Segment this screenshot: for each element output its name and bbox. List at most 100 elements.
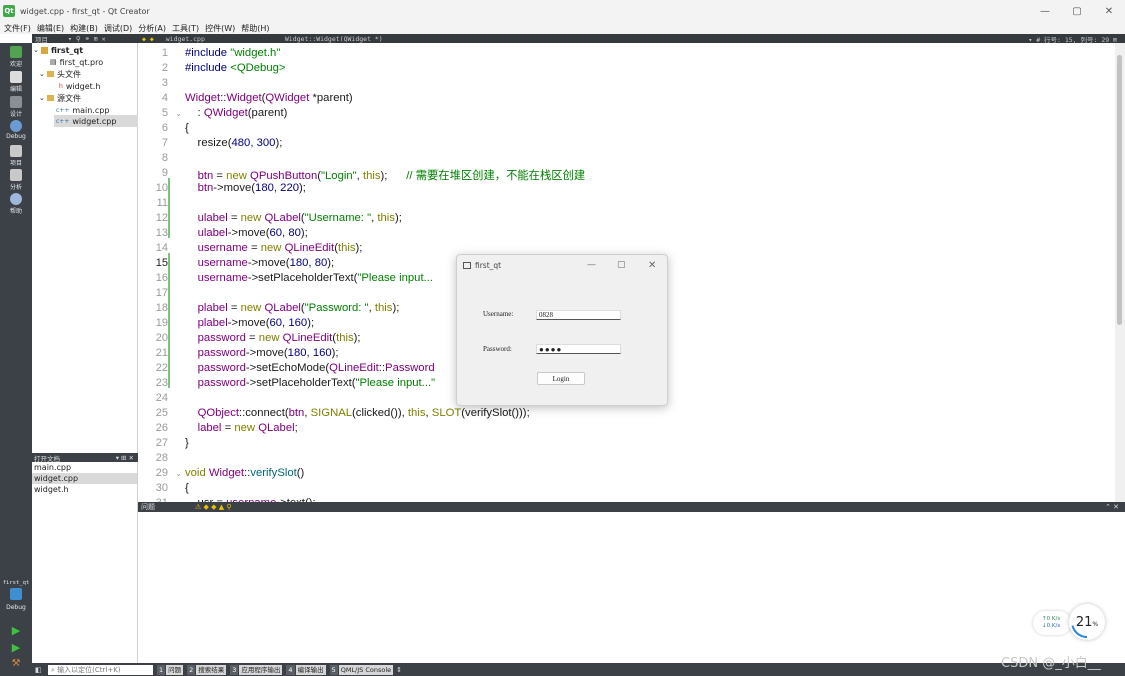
debug-run-button[interactable]: ▶ (0, 641, 32, 654)
line-number: 10 (155, 182, 168, 194)
run-button[interactable]: ▶ (0, 624, 32, 637)
app-window: first_qt — ▢ ✕ Username: 0828 Password: … (456, 254, 668, 406)
mode-project[interactable]: 项目 (0, 145, 32, 167)
mode-debug[interactable]: Debug (0, 120, 32, 140)
issues-pane (138, 512, 1125, 663)
nav-arrows[interactable]: ◆ ◆ (142, 35, 154, 43)
menu-tools[interactable]: 工具(T) (172, 23, 199, 34)
menu-debug[interactable]: 调试(D) (104, 23, 132, 34)
minimize-button[interactable]: — (1029, 0, 1061, 22)
app-minimize-button[interactable]: — (587, 260, 596, 270)
mode-welcome[interactable]: 欢迎 (0, 46, 32, 68)
menu-edit[interactable]: 编辑(E) (37, 23, 64, 34)
sidebar-toggle-icon[interactable]: ◧ (35, 666, 42, 674)
issues-header: 问题 ⚠ ◆ ◆ ▲ ⚲ ⌃ ✕ (138, 502, 1125, 512)
menu-bar: 文件(F) 编辑(E) 构建(B) 调试(D) 分析(A) 工具(T) 控件(W… (0, 22, 1125, 34)
change-marker (168, 178, 170, 193)
fold-chevron-icon[interactable]: ⌄ (172, 469, 182, 478)
mode-help[interactable]: 帮助 (0, 193, 32, 215)
line-number: 11 (156, 197, 168, 209)
line-number: 17 (155, 287, 168, 299)
analyze-icon (10, 169, 22, 181)
line-number: 13 (155, 227, 168, 239)
tree-sources-label: 源文件 (57, 93, 81, 103)
cpp-file-icon: c++ (56, 106, 70, 114)
line-number: 28 (155, 452, 168, 464)
menu-analyze[interactable]: 分析(A) (138, 23, 166, 34)
menu-build[interactable]: 构建(B) (70, 23, 98, 34)
maximize-button[interactable]: ▢ (1061, 0, 1093, 22)
mode-label: 项目 (9, 160, 22, 167)
code-line: username->move(180, 80); (197, 257, 335, 269)
code-line: { (185, 482, 189, 494)
header-file-icon: h (59, 82, 63, 90)
line-number: 19 (155, 317, 168, 329)
password-input[interactable]: ●●●● (536, 344, 621, 354)
close-button[interactable]: ✕ (1093, 0, 1125, 22)
hammer-icon: ⚒ (11, 658, 21, 669)
open-documents-label: 打开文档 (34, 454, 60, 463)
more-tabs-icon[interactable]: ⇕ (396, 666, 402, 674)
app-maximize-button[interactable]: ▢ (617, 260, 626, 270)
kit-selector[interactable]: first_qt Debug (0, 580, 32, 611)
code-line: } (185, 437, 189, 449)
mode-analyze[interactable]: 分析 (0, 169, 32, 191)
scrollbar-thumb[interactable] (1117, 55, 1122, 325)
build-button[interactable]: ⚒ (0, 658, 32, 669)
output-tab-compile[interactable]: 4 编译输出 (286, 664, 326, 675)
line-number: 30 (155, 482, 168, 494)
fold-chevron-icon[interactable]: ⌄ (172, 109, 182, 118)
code-line: label = new QLabel; (197, 422, 298, 434)
tab-label: 编译输出 (295, 664, 326, 675)
open-documents-tools[interactable]: ▾ ⊞ ✕ (116, 454, 134, 462)
tree-sources-folder[interactable]: ⌄ 源文件 (39, 92, 81, 104)
tree-source-widget[interactable]: c++ widget.cpp (54, 115, 138, 127)
code-line: : QWidget(parent) (185, 107, 288, 119)
username-input[interactable]: 0828 (536, 310, 621, 320)
mode-edit[interactable]: 编辑 (0, 71, 32, 93)
open-doc-widget-h[interactable]: widget.h (32, 484, 137, 495)
tree-pro-file[interactable]: ▤ first_qt.pro (50, 56, 103, 68)
code-line: btn->move(180, 220); (197, 182, 306, 194)
username-label: Username: (483, 310, 514, 318)
monitor-icon (10, 588, 22, 600)
cpu-usage-widget[interactable]: 21% (1069, 604, 1105, 640)
output-tab-search[interactable]: 2 搜索结果 (187, 664, 227, 675)
menu-widgets[interactable]: 控件(W) (205, 23, 235, 34)
project-panel-tools[interactable]: ▾ ⚲ ⚭ ⊞ ✕ (68, 35, 106, 43)
mode-label: 编辑 (9, 86, 22, 93)
code-line: password->setEchoMode(QLineEdit::Passwor… (197, 362, 435, 374)
code-line: Widget::Widget(QWidget *parent) (185, 92, 353, 104)
menu-help[interactable]: 帮助(H) (241, 23, 269, 34)
open-doc-main[interactable]: main.cpp (32, 462, 137, 473)
app-close-button[interactable]: ✕ (648, 260, 656, 271)
output-tab-qml-console[interactable]: 5 QML/JS Console (329, 664, 394, 675)
open-doc-widget-cpp[interactable]: widget.cpp (32, 473, 137, 484)
locator-input[interactable]: ⌕ 输入以定位(Ctrl+K) (48, 664, 153, 675)
output-tab-issues[interactable]: 1 问题 (157, 664, 184, 675)
tree-project[interactable]: ⌄ first_qt (33, 44, 83, 56)
tree-project-label: first_qt (51, 45, 84, 55)
issues-pane-controls[interactable]: ⌃ ✕ (1105, 503, 1119, 511)
code-line: password->move(180, 160); (197, 347, 339, 359)
login-button[interactable]: Login (537, 372, 585, 385)
design-icon (10, 96, 22, 108)
line-number: 24 (155, 392, 168, 404)
tree-headers-folder[interactable]: ⌄ 头文件 (39, 68, 81, 80)
edit-icon (10, 71, 22, 83)
tab-number: 3 (230, 664, 239, 675)
change-marker (168, 298, 170, 388)
editor-scrollbar[interactable] (1115, 43, 1125, 502)
menu-file[interactable]: 文件(F) (4, 23, 31, 34)
output-tab-app-output[interactable]: 3 应用程序输出 (230, 664, 283, 675)
project-view-label[interactable]: 项目 (35, 34, 48, 44)
issues-filter-icons[interactable]: ⚠ ◆ ◆ ▲ ⚲ (195, 503, 231, 511)
mode-label: 欢迎 (9, 61, 22, 68)
mode-design[interactable]: 设计 (0, 96, 32, 118)
folder-icon (47, 95, 54, 101)
file-selector[interactable]: widget.cpp (166, 35, 205, 43)
tree-header-file[interactable]: h widget.h (59, 80, 100, 92)
line-number: 1 (161, 47, 168, 59)
code-line: void Widget::verifySlot() (185, 467, 305, 479)
symbol-selector[interactable]: Widget::Widget(QWidget *) (285, 35, 383, 43)
